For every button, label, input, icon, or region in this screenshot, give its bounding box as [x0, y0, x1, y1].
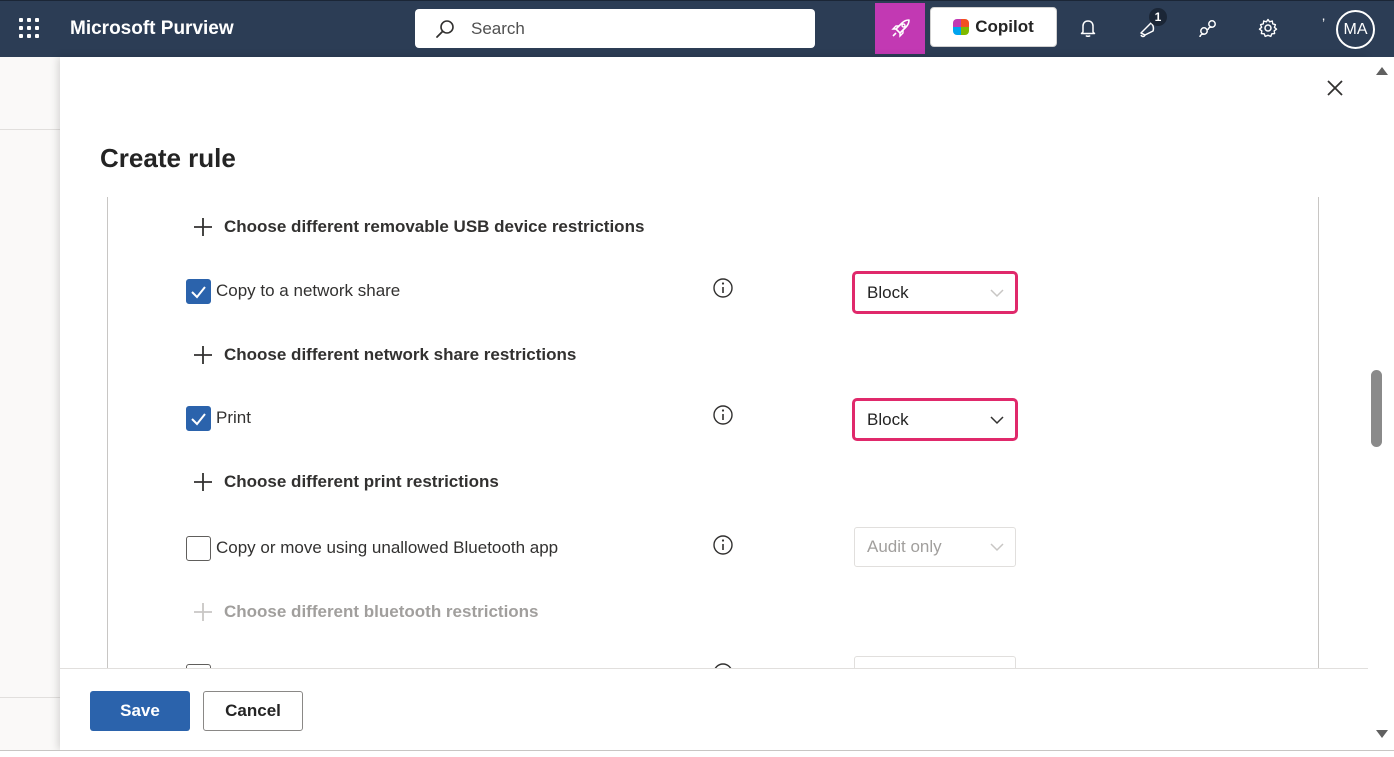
chevron-down-icon [990, 416, 1004, 425]
notifications-button[interactable] [1075, 15, 1101, 41]
notification-badge: 1 [1149, 8, 1167, 26]
info-icon[interactable] [712, 534, 734, 556]
checkbox-print[interactable] [186, 406, 211, 431]
dropdown-value: Block [867, 410, 909, 429]
dropdown-print-action[interactable]: Block [854, 400, 1016, 440]
people-icon [1199, 20, 1216, 38]
window-bottom-edge [0, 750, 1394, 757]
copilot-label: Copilot [975, 17, 1034, 36]
setting-label: Copy or move using unallowed Bluetooth a… [216, 538, 559, 557]
expander-bluetooth-restrictions[interactable]: Choose different bluetooth restrictions [192, 601, 539, 623]
expander-label: Choose different network share restricti… [224, 345, 577, 364]
save-button[interactable]: Save [90, 691, 190, 731]
gear-icon [1258, 18, 1278, 38]
avatar[interactable]: MA [1336, 10, 1375, 49]
expander-label: Choose different print restrictions [224, 472, 499, 491]
apps-button[interactable] [1195, 15, 1221, 41]
scroll-down-arrow-icon[interactable] [1376, 730, 1388, 738]
plus-icon [194, 473, 212, 491]
info-icon[interactable] [712, 404, 734, 426]
dropdown-value: Audit only [867, 537, 942, 556]
expander-label: Choose different removable USB device re… [224, 217, 645, 236]
bell-icon [1080, 20, 1096, 37]
scroll-up-arrow-icon[interactable] [1376, 67, 1388, 75]
plus-icon [194, 218, 212, 236]
checkmark-icon [191, 413, 206, 426]
rocket-icon [891, 18, 910, 38]
scrollbar[interactable] [1368, 57, 1394, 750]
expander-network-share-restrictions[interactable]: Choose different network share restricti… [192, 344, 576, 366]
dropdown-value: Block [867, 283, 909, 302]
background-divider [0, 697, 60, 698]
panel-title: Create rule [100, 143, 236, 173]
background-divider [0, 129, 60, 130]
top-bar: Microsoft Purview Search Copilot 1 ’ MA [0, 0, 1394, 57]
checkbox-bluetooth[interactable] [186, 536, 211, 561]
copilot-icon [953, 19, 970, 35]
search-box[interactable]: Search [415, 9, 815, 48]
app-launcher-icon[interactable] [17, 16, 41, 40]
search-icon [436, 19, 454, 38]
expander-usb-restrictions[interactable]: Choose different removable USB device re… [192, 216, 644, 238]
checkmark-icon [191, 286, 206, 299]
dropdown-bluetooth-action[interactable]: Audit only [854, 527, 1016, 567]
settings-button[interactable] [1255, 15, 1281, 41]
scrollbar-thumb[interactable] [1371, 370, 1382, 447]
search-placeholder: Search [471, 18, 525, 38]
setting-label: Print [216, 408, 251, 427]
expander-print-restrictions[interactable]: Choose different print restrictions [192, 471, 499, 493]
chevron-down-icon [990, 543, 1004, 552]
chevron-down-icon [990, 289, 1004, 298]
setting-label: Copy to a network share [216, 281, 401, 300]
panel-footer: Save Cancel [60, 668, 1368, 750]
plus-icon [194, 346, 212, 364]
rule-settings-list: Choose different removable USB device re… [107, 197, 1319, 670]
dropdown-network-share-action[interactable]: Block [854, 273, 1016, 313]
expander-label: Choose different bluetooth restrictions [224, 602, 539, 621]
app-title[interactable]: Microsoft Purview [70, 18, 234, 40]
close-icon[interactable] [1324, 77, 1346, 99]
background-page [0, 57, 60, 757]
overflow-mark: ’ [1322, 15, 1326, 31]
plus-icon [194, 603, 212, 621]
create-rule-panel: Create rule Choose different removable U… [60, 57, 1368, 750]
rocket-button[interactable] [875, 3, 925, 54]
copilot-button[interactable]: Copilot [930, 7, 1057, 47]
info-icon[interactable] [712, 277, 734, 299]
cancel-button[interactable]: Cancel [203, 691, 303, 731]
checkbox-copy-network-share[interactable] [186, 279, 211, 304]
